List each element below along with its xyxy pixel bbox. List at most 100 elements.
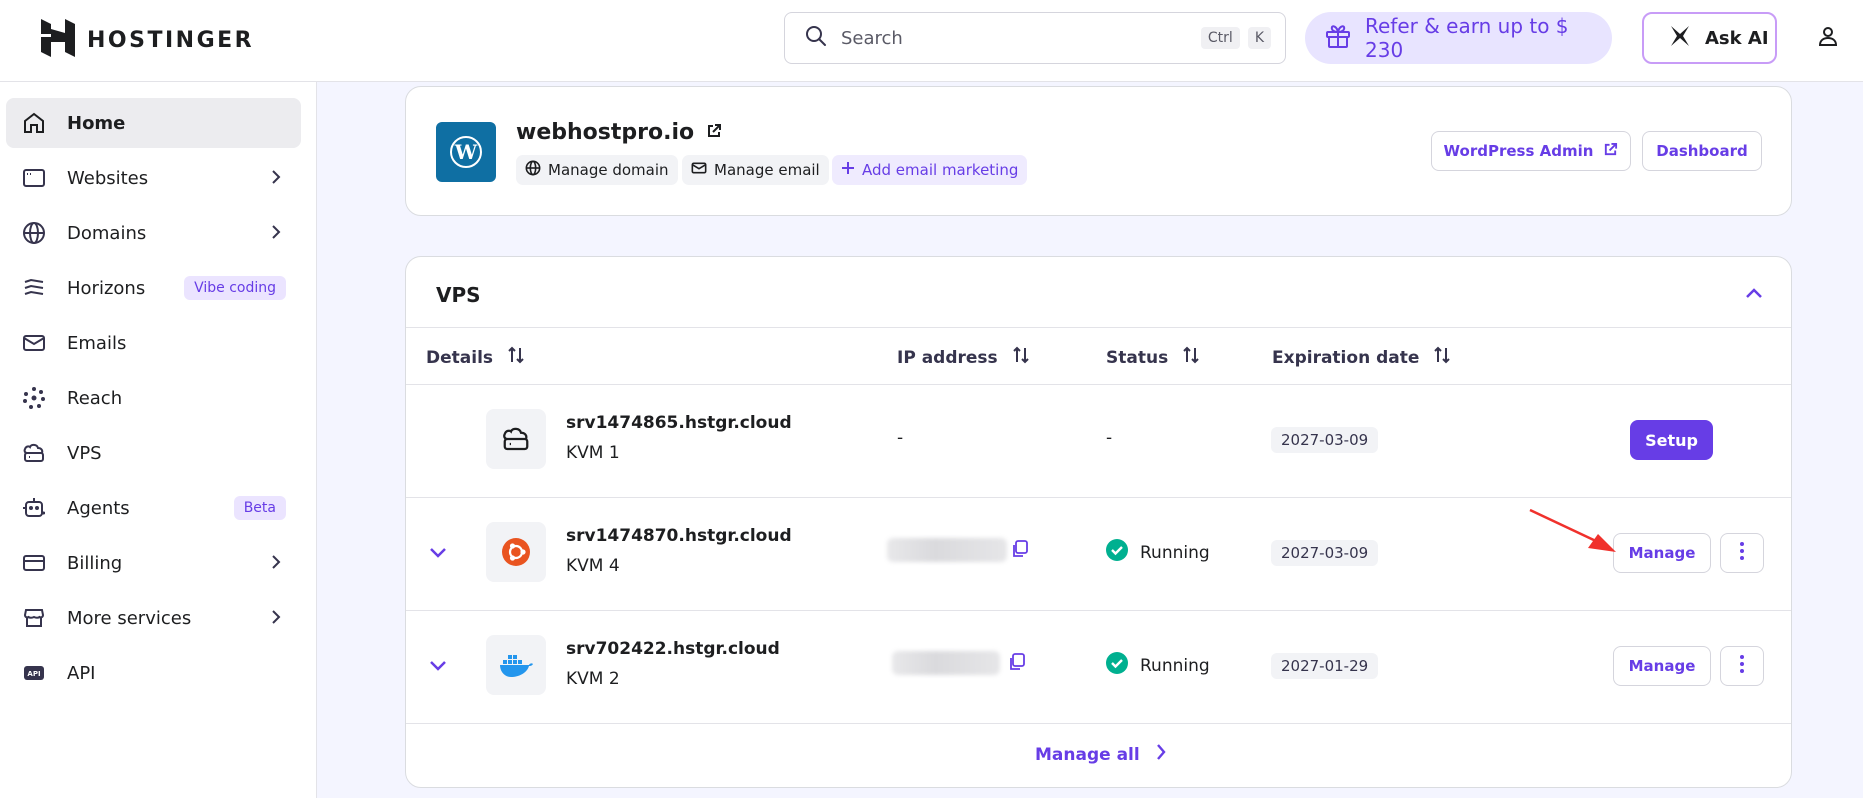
search-bar[interactable]: Search Ctrl K: [784, 12, 1286, 64]
ubuntu-icon: [486, 522, 546, 582]
manage-email-label: Manage email: [714, 161, 820, 179]
sidebar-item-horizons[interactable]: Horizons Vibe coding: [6, 263, 301, 313]
column-header-ip[interactable]: IP address: [897, 346, 1030, 369]
ask-ai-label: Ask AI: [1705, 27, 1769, 49]
globe-icon: [21, 220, 47, 246]
divider: [406, 610, 1791, 611]
sort-icon: [1182, 346, 1200, 369]
sidebar-item-label: Emails: [67, 332, 127, 354]
add-email-marketing-chip[interactable]: Add email marketing: [832, 155, 1028, 185]
server-ip: -: [897, 428, 904, 448]
search-placeholder: Search: [841, 27, 903, 49]
globe-icon: [525, 160, 541, 180]
server-name[interactable]: srv1474870.hstgr.cloud: [566, 526, 792, 546]
server-status: Running: [1106, 539, 1210, 566]
server-name[interactable]: srv1474865.hstgr.cloud: [566, 413, 792, 433]
setup-button[interactable]: Setup: [1630, 420, 1713, 460]
chevron-up-icon[interactable]: [1746, 283, 1762, 302]
more-options-button[interactable]: [1720, 533, 1764, 573]
sort-icon: [1433, 346, 1451, 369]
column-header-details[interactable]: Details: [426, 346, 525, 369]
manage-email-chip[interactable]: Manage email: [682, 155, 829, 185]
site-name[interactable]: webhostpro.io: [516, 120, 722, 145]
sidebar-item-emails[interactable]: Emails: [6, 318, 301, 368]
chevron-down-icon[interactable]: [430, 656, 446, 675]
status-label: Running: [1140, 655, 1210, 676]
copy-icon[interactable]: [1011, 540, 1029, 563]
svg-text:API: API: [27, 670, 40, 678]
user-icon[interactable]: [1816, 24, 1840, 52]
sidebar-item-label: Horizons: [67, 277, 146, 299]
sort-icon: [507, 346, 525, 369]
agent-icon: [21, 495, 47, 521]
expiration-date: 2027-03-09: [1271, 427, 1379, 453]
external-link-icon: [1603, 142, 1618, 161]
ip-address-redacted: [892, 651, 1000, 675]
divider: [406, 497, 1791, 498]
server-plan: KVM 2: [566, 669, 620, 689]
sidebar-item-websites[interactable]: Websites: [6, 153, 301, 203]
chevron-down-icon[interactable]: [430, 543, 446, 562]
sidebar-item-more-services[interactable]: More services: [6, 593, 301, 643]
external-link-icon: [706, 120, 722, 145]
sidebar-item-label: VPS: [67, 442, 102, 464]
kebab-menu-icon: [1740, 542, 1744, 564]
website-card: W webhostpro.io Manage domain Manage ema…: [405, 86, 1792, 216]
mail-icon: [691, 160, 707, 180]
reach-icon: [21, 385, 47, 411]
card-icon: [21, 550, 47, 576]
more-options-button[interactable]: [1720, 646, 1764, 686]
svg-text:W: W: [454, 140, 478, 164]
divider: [406, 327, 1791, 328]
sidebar-item-reach[interactable]: Reach: [6, 373, 301, 423]
sidebar-item-label: Reach: [67, 387, 123, 409]
search-icon: [805, 25, 827, 51]
server-name[interactable]: srv702422.hstgr.cloud: [566, 639, 780, 659]
cloud-server-icon: [21, 440, 47, 466]
top-bar: HOSTINGER Search Ctrl K Refer & earn up …: [0, 0, 1863, 82]
sort-icon: [1012, 346, 1030, 369]
logo[interactable]: HOSTINGER: [41, 19, 254, 61]
check-circle-icon: [1106, 539, 1128, 566]
sidebar-item-label: More services: [67, 607, 192, 629]
horizons-icon: [21, 275, 47, 301]
status-label: Running: [1140, 542, 1210, 563]
sidebar-item-api[interactable]: API API: [6, 648, 301, 698]
refer-earn-button[interactable]: Refer & earn up to $ 230: [1305, 12, 1612, 64]
copy-icon[interactable]: [1008, 653, 1026, 676]
beta-badge: Beta: [233, 496, 286, 520]
home-icon: [21, 110, 47, 136]
sidebar-item-home[interactable]: Home: [6, 98, 301, 148]
column-label: Status: [1106, 347, 1169, 368]
add-email-marketing-label: Add email marketing: [862, 161, 1019, 179]
check-circle-icon: [1106, 652, 1128, 679]
docker-icon: [486, 635, 546, 695]
manage-domain-chip[interactable]: Manage domain: [516, 155, 678, 185]
sidebar-item-label: Domains: [67, 222, 147, 244]
sidebar-item-label: Websites: [67, 167, 149, 189]
manage-domain-label: Manage domain: [548, 161, 669, 179]
wordpress-admin-button[interactable]: WordPress Admin: [1431, 131, 1631, 171]
dashboard-label: Dashboard: [1656, 142, 1748, 160]
server-plan: KVM 1: [566, 443, 620, 463]
sidebar-item-label: API: [67, 662, 96, 684]
sidebar-item-agents[interactable]: Agents Beta: [6, 483, 301, 533]
logo-text: HOSTINGER: [87, 27, 255, 53]
ip-address-redacted: [887, 538, 1007, 562]
sidebar-item-label: Agents: [67, 497, 130, 519]
column-label: IP address: [897, 347, 998, 368]
mail-icon: [21, 330, 47, 356]
sidebar-item-billing[interactable]: Billing: [6, 538, 301, 588]
manage-all-link[interactable]: Manage all: [1035, 744, 1166, 765]
ask-ai-button[interactable]: Ask AI: [1642, 12, 1777, 64]
dashboard-button[interactable]: Dashboard: [1642, 131, 1762, 171]
ask-ai-icon: [1667, 23, 1693, 53]
sidebar-item-domains[interactable]: Domains: [6, 208, 301, 258]
store-icon: [21, 605, 47, 631]
manage-button[interactable]: Manage: [1613, 533, 1711, 573]
column-header-status[interactable]: Status: [1106, 346, 1200, 369]
sidebar-item-vps[interactable]: VPS: [6, 428, 301, 478]
column-header-expiration[interactable]: Expiration date: [1272, 346, 1451, 369]
manage-button[interactable]: Manage: [1613, 646, 1711, 686]
plus-icon: [841, 161, 855, 179]
